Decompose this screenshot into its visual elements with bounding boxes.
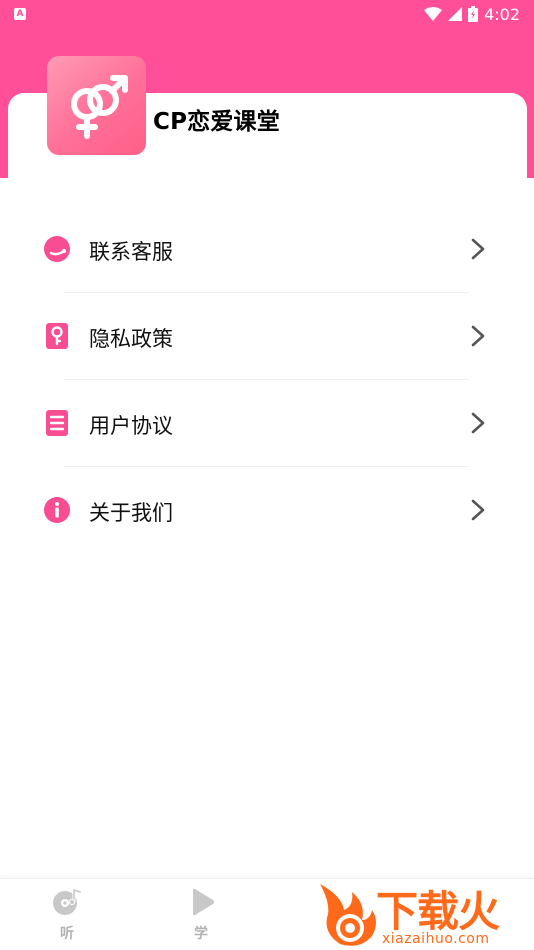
wifi-icon	[424, 7, 443, 21]
tab-label: 学	[194, 926, 208, 942]
privacy-lock-icon	[46, 323, 68, 349]
watermark: 下载火 xiazaihuo.com	[316, 880, 530, 948]
menu-item-customer-service[interactable]: 联系客服	[0, 206, 534, 293]
menu-label: 用户协议	[89, 414, 173, 438]
status-bar: A 4:02	[0, 0, 534, 28]
menu-label: 关于我们	[89, 501, 173, 525]
document-icon	[46, 410, 68, 436]
menu-item-user-agreement[interactable]: 用户协议	[0, 380, 534, 467]
battery-icon	[468, 6, 479, 22]
tab-listen[interactable]: 听	[37, 887, 97, 947]
cellular-signal-icon	[448, 7, 463, 21]
chevron-right-icon	[471, 412, 485, 434]
menu-label: 联系客服	[89, 240, 173, 264]
notification-app-icon: A	[14, 8, 26, 20]
chevron-right-icon	[471, 499, 485, 521]
tab-learn[interactable]: 学	[171, 887, 231, 947]
chevron-right-icon	[471, 238, 485, 260]
app-name: CP恋爱课堂	[153, 109, 280, 135]
menu-label: 隐私政策	[89, 327, 173, 351]
watermark-text: 下载火	[376, 887, 500, 936]
gender-symbols-icon	[70, 74, 128, 139]
watermark-url: xiazaihuo.com	[382, 931, 490, 947]
tab-label: 听	[60, 926, 74, 942]
menu-item-privacy-policy[interactable]: 隐私政策	[0, 293, 534, 380]
info-icon	[44, 497, 70, 523]
chevron-right-icon	[471, 325, 485, 347]
play-icon	[193, 888, 214, 916]
app-logo	[47, 56, 146, 155]
customer-service-icon	[44, 236, 70, 262]
music-disc-icon	[53, 887, 82, 915]
flame-logo-icon	[320, 884, 376, 946]
settings-menu: 联系客服 隐私政策 用户协议 关于我们	[0, 206, 534, 554]
menu-item-about-us[interactable]: 关于我们	[0, 467, 534, 554]
status-time: 4:02	[484, 4, 520, 24]
